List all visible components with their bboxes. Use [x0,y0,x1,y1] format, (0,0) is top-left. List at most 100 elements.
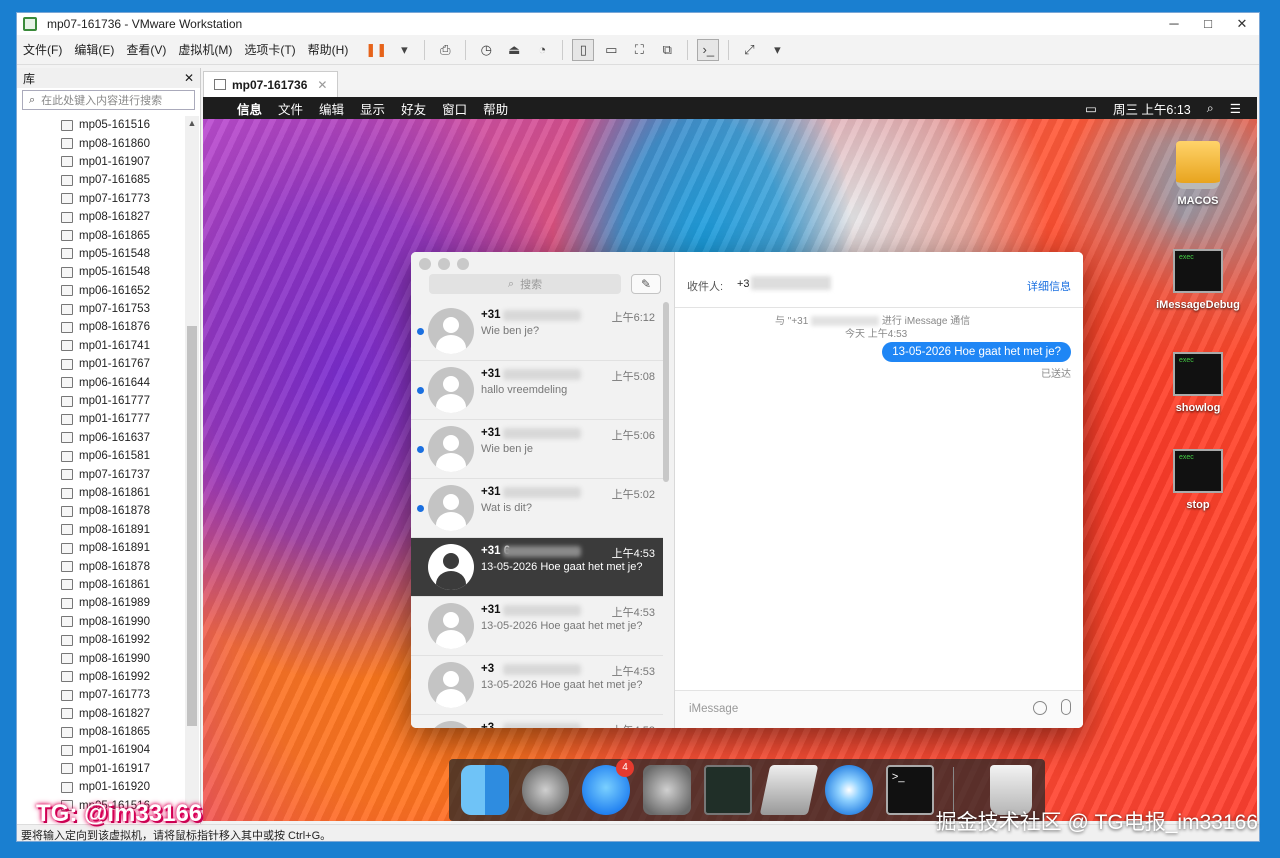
console-view-icon[interactable]: ›_ [697,38,720,61]
system-preferences-icon[interactable] [643,765,691,815]
menu-file[interactable]: 文件(F) [17,41,68,58]
guest-screen[interactable]: 信息 文件 编辑 显示 好友 窗口 帮助 ▭ 周三 上午6:13 ⌕ ☰ MAC… [203,97,1257,821]
library-vm-item[interactable]: mp08-161827 [17,208,183,226]
library-vm-item[interactable]: mp08-161860 [17,134,183,152]
library-vm-item[interactable]: mp08-161990 [17,649,183,667]
library-vm-item[interactable]: mp08-161865 [17,723,183,741]
mac-menu-messages[interactable]: 信息 [237,99,262,118]
library-vm-item[interactable]: mp08-161865 [17,226,183,244]
unity-icon[interactable]: ⧉ [656,39,678,61]
library-vm-item[interactable]: mp08-161992 [17,668,183,686]
emoji-icon[interactable] [1033,701,1047,715]
library-vm-item[interactable]: mp05-161548 [17,245,183,263]
airplay-icon[interactable]: ▭ [1085,101,1097,116]
finder-icon[interactable] [461,765,509,815]
minimize-dot[interactable] [438,258,450,270]
scrollbar-thumb[interactable] [187,326,197,726]
mac-menu-view[interactable]: 显示 [360,99,385,118]
library-vm-item[interactable]: mp05-161548 [17,263,183,281]
menu-edit[interactable]: 编辑(E) [68,41,120,58]
terminal-icon[interactable]: >_ [885,765,935,815]
snapshot-icon[interactable]: ◷ [475,39,497,61]
mac-menu-buddies[interactable]: 好友 [401,99,426,118]
library-vm-item[interactable]: mp05-161516 [17,116,183,134]
zoom-dot[interactable] [457,258,469,270]
library-vm-item[interactable]: mp08-161861 [17,576,183,594]
microphone-icon[interactable] [1061,699,1071,715]
library-vm-item[interactable]: mp06-161652 [17,282,183,300]
library-vm-item[interactable]: mp06-161581 [17,447,183,465]
conversation-scrollbar[interactable] [663,302,669,482]
desktop-icon-showlog[interactable]: showlog [1153,352,1243,414]
library-vm-item[interactable]: mp01-161777 [17,392,183,410]
library-vm-item[interactable]: mp01-161741 [17,337,183,355]
conversation-item[interactable]: +31 上午5:08 hallo vreemdeling [411,361,663,420]
conversation-item[interactable]: +31 上午4:53 13-05-2026 Hoe gaat het met je? [411,597,663,656]
library-vm-item[interactable]: mp06-161644 [17,373,183,391]
library-vm-item[interactable]: mp08-161878 [17,502,183,520]
conversation-item[interactable]: +31 上午6:12 Wie ben je? [411,302,663,361]
menu-vm[interactable]: 虚拟机(M) [172,41,238,58]
library-vm-item[interactable]: mp08-161989 [17,594,183,612]
library-vm-item[interactable]: mp01-161767 [17,355,183,373]
mac-menu-help[interactable]: 帮助 [483,99,508,118]
mac-menu-window[interactable]: 窗口 [442,99,467,118]
library-vm-item[interactable]: mp07-161773 [17,190,183,208]
close-dot[interactable] [419,258,431,270]
library-vm-item[interactable]: mp07-161753 [17,300,183,318]
desktop-icon-stop[interactable]: stop [1153,449,1243,511]
snapshot-manager-icon[interactable]: ◔ [531,39,553,61]
library-vm-item[interactable]: mp07-161737 [17,465,183,483]
fullscreen-icon[interactable]: ⛶ [628,39,650,61]
messages-app-icon[interactable]: 4 [582,759,635,815]
send-ctrl-alt-del-icon[interactable]: ⎙ [434,39,456,61]
library-vm-item[interactable]: mp01-161904 [17,741,183,759]
library-vm-item[interactable]: mp01-161907 [17,153,183,171]
library-vm-item[interactable]: mp07-161773 [17,686,183,704]
spotlight-icon[interactable]: ⌕ [1207,101,1214,116]
library-vm-item[interactable]: mp08-161990 [17,613,183,631]
dropdown-arrow-icon[interactable]: ▾ [393,39,415,61]
menu-view[interactable]: 查看(V) [120,41,172,58]
library-close-icon[interactable]: ✕ [184,71,194,85]
activity-monitor-icon[interactable] [703,765,752,815]
compose-icon[interactable]: ✎ [631,274,661,294]
conversation-item[interactable]: +31 6 上午4:53 13-05-2026 Hoe gaat het met j… [411,538,663,597]
library-vm-item[interactable]: mp01-161777 [17,410,183,428]
library-vm-item[interactable]: mp08-161876 [17,318,183,336]
library-vm-item[interactable]: mp08-161891 [17,539,183,557]
library-search-input[interactable]: ⌕ 在此处键入内容进行搜索 [22,90,195,110]
tab-vm[interactable]: mp07-161736 ✕ [203,71,339,97]
mac-menu-edit[interactable]: 编辑 [319,99,344,118]
scroll-up-icon[interactable]: ▲ [185,118,199,128]
desktop-icon-macos[interactable]: MACOS [1153,141,1243,207]
library-vm-item[interactable]: mp08-161891 [17,521,183,539]
safari-icon[interactable] [825,765,873,815]
message-input[interactable]: iMessage [689,699,1029,719]
mac-clock[interactable]: 周三 上午6:13 [1113,99,1191,118]
mac-menu-file[interactable]: 文件 [278,99,303,118]
notification-center-icon[interactable]: ☰ [1230,101,1241,116]
menu-tabs[interactable]: 选项卡(T) [238,41,301,58]
close-button[interactable]: ✕ [1225,16,1259,32]
library-vm-item[interactable]: mp08-161827 [17,705,183,723]
pause-icon[interactable]: ❚❚ [365,39,387,61]
menu-help[interactable]: 帮助(H) [302,41,355,58]
show-library-icon[interactable]: ▯ [572,38,595,61]
sent-message-bubble[interactable]: 13-05-2026 Hoe gaat het met je? [882,342,1071,362]
library-vm-item[interactable]: mp01-161920 [17,778,183,796]
thumbnail-bar-icon[interactable]: ▭ [600,39,622,61]
launchpad-icon[interactable] [521,765,570,815]
revert-snapshot-icon[interactable]: ⏏ [503,39,525,61]
tab-close-icon[interactable]: ✕ [317,78,327,92]
details-link[interactable]: 详细信息 [1027,278,1071,294]
dropdown-arrow-icon[interactable]: ▾ [766,39,788,61]
conversation-item[interactable]: +31 上午5:02 Wat is dit? [411,479,663,538]
library-vm-item[interactable]: mp08-161878 [17,557,183,575]
library-vm-item[interactable]: mp08-161992 [17,631,183,649]
maximize-button[interactable]: □ [1191,16,1225,32]
library-vm-item[interactable]: mp07-161685 [17,171,183,189]
minimize-button[interactable]: ─ [1157,16,1191,32]
conversation-search-input[interactable]: ⌕ 搜索 [429,274,621,294]
library-vm-item[interactable]: mp01-161917 [17,760,183,778]
